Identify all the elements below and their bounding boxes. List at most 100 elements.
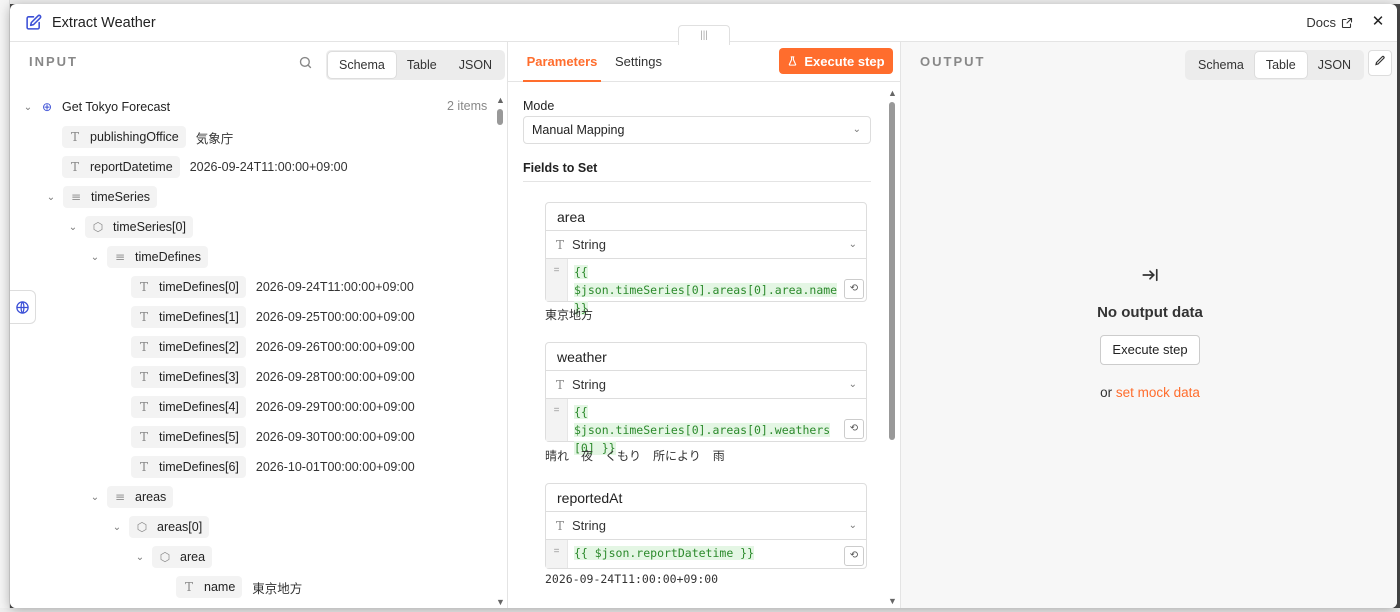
input-view-schema[interactable]: Schema <box>328 52 396 78</box>
search-icon[interactable] <box>298 55 314 71</box>
tree-row[interactable]: TtimeDefines[5] 2026-09-30T00:00:00+09:00 <box>131 426 415 448</box>
expression-expand-icon[interactable]: ⟲ <box>844 279 864 299</box>
fields-to-set-label: Fields to Set <box>523 161 598 175</box>
scroll-down-icon[interactable]: ▼ <box>888 596 897 606</box>
tree-row[interactable]: TtimeDefines[4] 2026-09-29T00:00:00+09:00 <box>131 396 415 418</box>
tree-key-chip[interactable]: TreportDatetime <box>62 156 180 178</box>
field-type-value: String <box>572 377 606 392</box>
field-type-select[interactable]: T String ⌄ <box>546 371 866 399</box>
tree-key-chip[interactable]: ⬡ area <box>152 546 213 568</box>
tree-key-label: timeDefines[4] <box>159 400 239 414</box>
input-view-table[interactable]: Table <box>396 52 448 78</box>
field-card-area: area T String ⌄ = {{ $json.timeSeries[0].… <box>545 202 867 315</box>
tree-key-chip[interactable]: TtimeDefines[4] <box>131 396 246 418</box>
set-mock-data-link[interactable]: set mock data <box>1116 385 1200 400</box>
output-view-table[interactable]: Table <box>1254 52 1307 78</box>
chevron-down-icon[interactable]: ⌄ <box>89 492 101 503</box>
field-name-input[interactable]: area <box>546 203 866 231</box>
output-panel: OUTPUT Schema Table JSON No output data … <box>901 42 1397 608</box>
tree-key-chip[interactable]: Tname <box>176 576 243 598</box>
tree-key-chip[interactable]: TtimeDefines[1] <box>131 306 246 328</box>
scroll-down-icon[interactable]: ▼ <box>496 597 505 607</box>
output-view-json[interactable]: JSON <box>1307 52 1362 78</box>
input-panel: INPUT Schema Table JSON 2 items ⌄ ⊕ Get To… <box>10 42 508 608</box>
tree-row[interactable]: TpublishingOffice 気象庁 <box>62 126 233 148</box>
tree-key-label: timeDefines[5] <box>159 430 239 444</box>
field-name-input[interactable]: weather <box>546 343 866 371</box>
tree-row[interactable]: TtimeDefines[2] 2026-09-26T00:00:00+09:00 <box>131 336 415 358</box>
scroll-up-icon[interactable]: ▲ <box>496 95 505 105</box>
scroll-up-icon[interactable]: ▲ <box>888 88 897 98</box>
tree-key-chip[interactable]: ⊕ Get Tokyo Forecast <box>40 96 177 118</box>
tree-value: 2026-09-30T00:00:00+09:00 <box>255 430 415 444</box>
tree-row[interactable]: TtimeDefines[0] 2026-09-24T11:00:00+09:00 <box>131 276 414 298</box>
tree-row[interactable]: TtimeDefines[6] 2026-10-01T00:00:00+09:00 <box>131 456 415 478</box>
tree-row[interactable]: ⌄ ⬡ area <box>134 546 213 568</box>
field-type-select[interactable]: T String ⌄ <box>546 512 866 540</box>
parameters-panel: Parameters Settings Execute step Mode Ma… <box>508 42 901 608</box>
chevron-down-icon[interactable]: ⌄ <box>67 222 79 233</box>
output-view-schema[interactable]: Schema <box>1187 52 1255 78</box>
field-expression-editor[interactable]: = {{ $json.reportDatetime }} ⟲ <box>546 540 866 568</box>
execute-step-button[interactable]: Execute step <box>779 48 893 74</box>
tree-row[interactable]: TtimeDefines[1] 2026-09-25T00:00:00+09:00 <box>131 306 415 328</box>
tree-row[interactable]: ⌄ ≡ timeDefines <box>89 246 208 268</box>
tree-key-label: reportDatetime <box>90 160 173 174</box>
tree-key-chip[interactable]: ≡ timeSeries <box>63 186 158 208</box>
expression-equals-icon: = <box>546 259 568 301</box>
field-type-select[interactable]: T String ⌄ <box>546 231 866 259</box>
field-preview-value: 東京地方 <box>545 308 594 322</box>
tree-row[interactable]: TreportDatetime 2026-09-24T11:00:00+09:00 <box>62 156 348 178</box>
tree-key-chip[interactable]: TtimeDefines[2] <box>131 336 246 358</box>
tab-parameters[interactable]: Parameters <box>523 42 601 82</box>
chevron-down-icon[interactable]: ⌄ <box>45 192 57 203</box>
expression-code[interactable]: {{ $json.timeSeries[0].areas[0].area.nam… <box>568 259 866 315</box>
tree-key-chip[interactable]: ≡ timeDefines <box>107 246 208 268</box>
list-type-icon: ≡ <box>114 250 126 264</box>
input-view-switcher: Schema Table JSON <box>326 50 506 80</box>
expression-expand-icon[interactable]: ⟲ <box>844 546 864 566</box>
mode-select[interactable]: Manual Mapping ⌄ <box>523 116 871 144</box>
node-title[interactable]: Extract Weather <box>52 15 156 31</box>
tab-settings[interactable]: Settings <box>615 42 662 82</box>
tree-row[interactable]: ⌄ ⬡ timeSeries[0] <box>67 216 193 238</box>
tree-row[interactable]: ⌄ ≡ timeSeries <box>45 186 158 208</box>
input-scrollbar[interactable]: ▲ ▼ <box>496 95 505 607</box>
docs-link[interactable]: Docs <box>1306 15 1353 30</box>
text-type-icon: T <box>139 310 148 324</box>
tree-row[interactable]: ⌄ ≡ areas <box>89 486 174 508</box>
parameters-scroll-thumb[interactable] <box>889 102 895 440</box>
close-icon[interactable]: ✕ <box>1369 13 1387 31</box>
tree-row[interactable]: TtimeDefines[3] 2026-09-28T00:00:00+09:00 <box>131 366 415 388</box>
input-view-json[interactable]: JSON <box>448 52 503 78</box>
chevron-down-icon[interactable]: ⌄ <box>111 522 123 533</box>
field-expression-editor[interactable]: = {{ $json.timeSeries[0].areas[0].weathe… <box>546 399 866 455</box>
tree-key-chip[interactable]: ⬡ timeSeries[0] <box>85 216 193 238</box>
output-execute-step-button[interactable]: Execute step <box>1100 335 1200 365</box>
globe-icon[interactable] <box>10 290 36 324</box>
tree-key-chip[interactable]: ≡ areas <box>107 486 174 508</box>
panel-drag-handle[interactable]: ||| <box>678 25 730 45</box>
tree-key-label: timeDefines <box>135 250 201 264</box>
chevron-down-icon[interactable]: ⌄ <box>89 252 101 263</box>
tree-key-chip[interactable]: TtimeDefines[5] <box>131 426 246 448</box>
tree-row[interactable]: Tname 東京地方 <box>176 576 302 598</box>
expression-code[interactable]: {{ $json.timeSeries[0].areas[0].weathers… <box>568 399 866 455</box>
tree-key-chip[interactable]: TtimeDefines[3] <box>131 366 246 388</box>
tree-key-chip[interactable]: TtimeDefines[6] <box>131 456 246 478</box>
tree-row[interactable]: ⌄ ⬡ areas[0] <box>111 516 210 538</box>
input-scroll-thumb[interactable] <box>497 109 503 125</box>
expression-expand-icon[interactable]: ⟲ <box>844 419 864 439</box>
tree-key-chip[interactable]: TpublishingOffice <box>62 126 186 148</box>
edit-output-button[interactable] <box>1368 50 1392 76</box>
field-expression-editor[interactable]: = {{ $json.timeSeries[0].areas[0].area.n… <box>546 259 866 315</box>
field-card-weather: weather T String ⌄ = {{ $json.timeSeries[… <box>545 342 867 455</box>
tree-key-chip[interactable]: TtimeDefines[0] <box>131 276 246 298</box>
tree-key-chip[interactable]: ⬡ areas[0] <box>129 516 210 538</box>
chevron-down-icon[interactable]: ⌄ <box>134 552 146 563</box>
parameters-scrollbar[interactable]: ▲ ▼ <box>888 88 897 606</box>
chevron-down-icon[interactable]: ⌄ <box>22 102 34 113</box>
tree-row[interactable]: ⌄ ⊕ Get Tokyo Forecast <box>22 96 177 118</box>
expression-code[interactable]: {{ $json.reportDatetime }} <box>568 540 866 568</box>
field-name-input[interactable]: reportedAt <box>546 484 866 512</box>
